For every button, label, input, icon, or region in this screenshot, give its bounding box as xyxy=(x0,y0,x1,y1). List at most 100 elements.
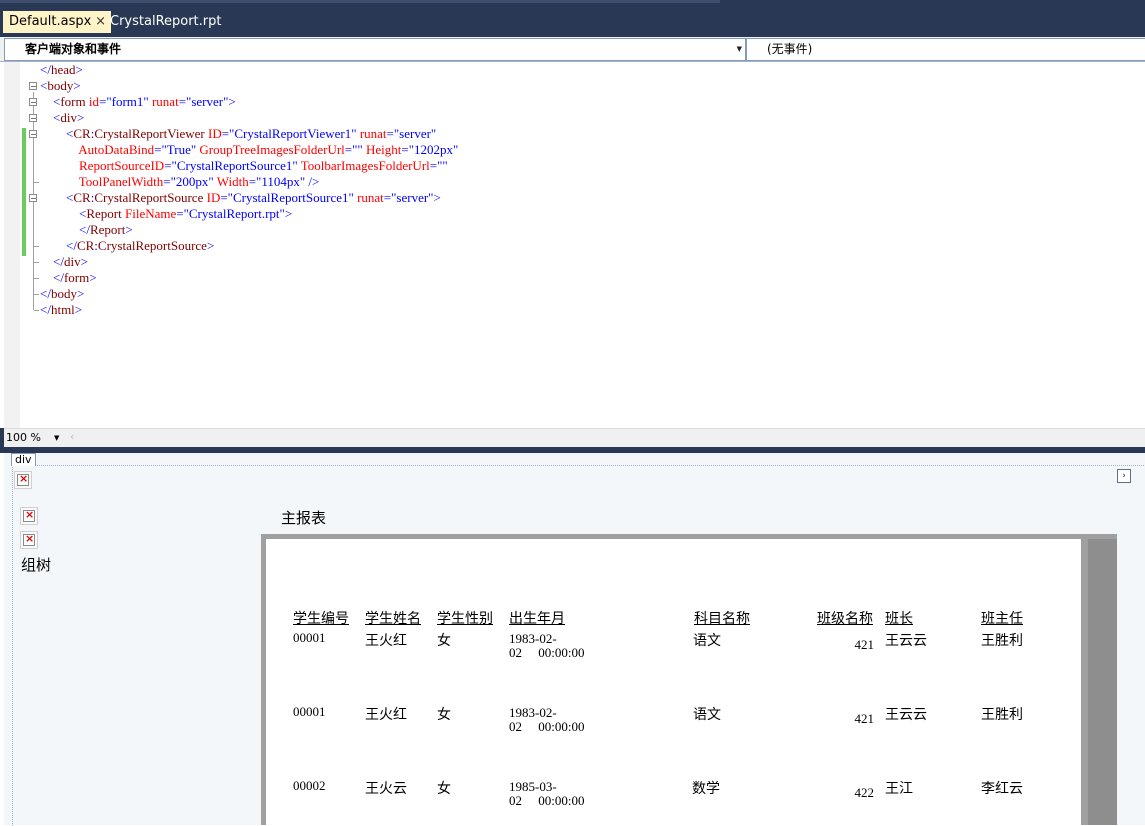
cell-student-id: 00002 xyxy=(293,778,326,793)
code-line[interactable]: ToolPanelWidth="200px" Width="1104px" /> xyxy=(40,174,458,190)
tab-crystalreport-rpt[interactable]: CrystalReport.rpt xyxy=(104,11,227,33)
cell-student-name: 王火红 xyxy=(365,707,407,723)
scroll-left-icon[interactable]: ‹ xyxy=(70,430,74,443)
chevron-down-icon[interactable]: ▼ xyxy=(54,430,59,446)
code-token: > xyxy=(89,270,97,285)
cell-subject: 语文 xyxy=(693,633,721,649)
client-objects-dropdown[interactable]: 客户端对象和事件 ▼ xyxy=(4,38,746,61)
cell-birth-date: 1985-03- 02 00:00:00 xyxy=(509,779,585,808)
cell-birth-date: 1983-02- 02 00:00:00 xyxy=(509,631,585,660)
code-token: runat xyxy=(357,190,384,205)
code-token: runat xyxy=(151,94,179,109)
chevron-down-icon[interactable]: ▼ xyxy=(737,39,742,60)
cell-gender: 女 xyxy=(437,707,451,723)
outline-tick xyxy=(34,278,39,279)
cell-teacher: 王胜利 xyxy=(981,633,1023,649)
title-accent xyxy=(0,0,720,3)
code-line[interactable]: </body> xyxy=(40,286,458,302)
code-token: ="server" xyxy=(386,126,437,141)
grouptree-image-placeholder: × xyxy=(20,507,38,525)
tab-default-aspx[interactable]: Default.aspx × xyxy=(3,11,111,33)
code-token: CrystalReportViewer xyxy=(94,126,208,141)
events-dropdown[interactable]: (无事件) xyxy=(746,38,1145,61)
cell-class: 421 xyxy=(854,637,875,652)
column-header-monitor: 班长 xyxy=(885,611,913,627)
group-tree-label: 组树 xyxy=(21,556,52,574)
column-header-teacher: 班主任 xyxy=(981,611,1023,627)
code-token: Width xyxy=(216,174,249,189)
code-token: </ xyxy=(40,286,51,301)
code-line[interactable]: <div> xyxy=(40,110,458,126)
code-line[interactable]: <form id="form1" runat="server"> xyxy=(40,94,458,110)
code-token: id xyxy=(88,94,99,109)
grouptree-image-placeholder: × xyxy=(20,531,38,549)
fold-toggle-icon[interactable]: − xyxy=(29,82,37,91)
code-line[interactable]: AutoDataBind="True" GroupTreeImagesFolde… xyxy=(40,142,458,158)
code-token: Report xyxy=(89,222,126,237)
expand-panel-button[interactable]: › xyxy=(1117,469,1131,483)
code-token: > xyxy=(73,78,81,93)
column-header-student-name: 学生姓名 xyxy=(365,611,421,627)
column-header-subject: 科目名称 xyxy=(694,611,750,627)
fold-toggle-icon[interactable]: − xyxy=(29,114,37,123)
cell-student-id: 00001 xyxy=(293,630,326,645)
column-header-gender: 学生性别 xyxy=(437,611,493,627)
outline-tick xyxy=(34,246,39,247)
code-line[interactable]: </Report> xyxy=(40,222,458,238)
code-token: body xyxy=(50,286,77,301)
change-marker xyxy=(22,128,26,192)
code-token: Report xyxy=(86,206,125,221)
code-token: </ xyxy=(40,222,90,237)
code-token: ="" xyxy=(344,142,366,157)
cell-monitor: 王江 xyxy=(885,781,913,797)
div-element-tag[interactable]: div xyxy=(11,453,36,466)
code-token: > xyxy=(75,62,83,77)
code-line[interactable]: <CR:CrystalReportSource ID="CrystalRepor… xyxy=(40,190,458,206)
code-token: CrystalReportSource xyxy=(97,238,207,253)
cell-student-name: 王火云 xyxy=(365,781,407,797)
cell-monitor: 王云云 xyxy=(885,633,927,649)
code-token: ="1202px" xyxy=(401,142,459,157)
editor-gutter xyxy=(4,62,20,428)
code-line[interactable]: </CR:CrystalReportSource> xyxy=(40,238,458,254)
code-text[interactable]: </head> <body> <form id="form1" runat="se… xyxy=(40,62,458,318)
code-line[interactable]: </div> xyxy=(40,254,458,270)
code-token: ="server"> xyxy=(383,190,441,205)
code-token: CR xyxy=(73,190,91,205)
code-line[interactable]: </head> xyxy=(40,62,458,78)
change-marker xyxy=(22,192,26,256)
zoom-level: 100 % xyxy=(6,431,41,444)
column-header-birth-date: 出生年月 xyxy=(509,611,565,627)
code-token: ="True" xyxy=(154,142,200,157)
dropdown-value: (无事件) xyxy=(767,42,813,56)
code-token: form xyxy=(63,270,90,285)
code-line[interactable]: <Report FileName="CrystalReport.rpt"> xyxy=(40,206,458,222)
code-token: < xyxy=(40,94,61,109)
cell-class: 421 xyxy=(854,711,875,726)
code-token: ID xyxy=(206,190,221,205)
fold-toggle-icon[interactable]: − xyxy=(29,130,37,139)
code-token: ="" xyxy=(429,158,448,173)
cell-student-name: 王火红 xyxy=(365,633,407,649)
dropdown-value: 客户端对象和事件 xyxy=(25,42,122,56)
code-editor[interactable]: − − − − − </head> <body> <form id="form1"… xyxy=(0,62,1145,428)
fold-toggle-icon[interactable]: − xyxy=(29,194,37,203)
outline-tick xyxy=(34,294,39,295)
code-line[interactable]: </form> xyxy=(40,270,458,286)
navigation-bar: 客户端对象和事件 ▼ (无事件) xyxy=(0,37,1145,62)
broken-image-icon: × xyxy=(23,508,35,522)
code-token: </ xyxy=(40,270,64,285)
code-token: </ xyxy=(40,254,64,269)
code-token: form xyxy=(60,94,89,109)
code-line[interactable]: </html> xyxy=(40,302,458,318)
code-line[interactable]: <body> xyxy=(40,78,458,94)
zoom-dropdown[interactable]: 100 % ▼ xyxy=(6,430,59,446)
code-line[interactable]: ReportSourceID="CrystalReportSource1" To… xyxy=(40,158,458,174)
report-page-shadow xyxy=(1088,539,1117,825)
toolbar-image-placeholder: × xyxy=(14,471,32,489)
column-header-class: 班级名称 xyxy=(817,611,873,627)
cell-student-id: 00001 xyxy=(293,704,326,719)
tab-label: Default.aspx xyxy=(9,14,92,29)
fold-toggle-icon[interactable]: − xyxy=(29,98,37,107)
code-line[interactable]: <CR:CrystalReportViewer ID="CrystalRepor… xyxy=(40,126,458,142)
